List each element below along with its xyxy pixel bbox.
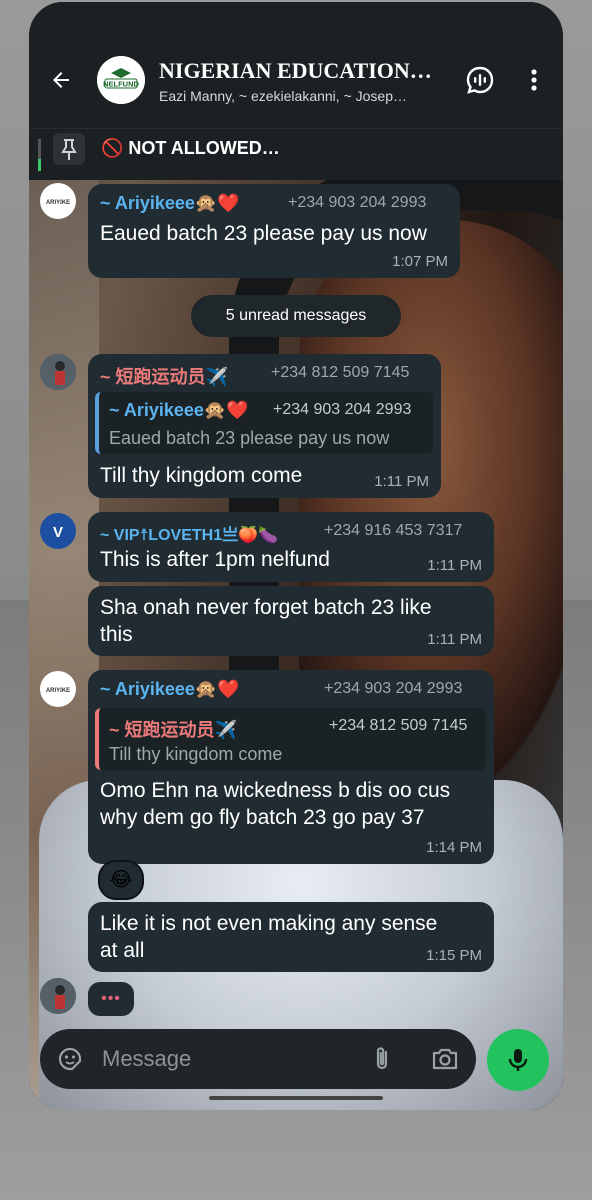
- message-text: Till thy kingdom come: [100, 464, 303, 487]
- logo-text: NELFUND: [103, 80, 139, 89]
- avatar-letter: V: [53, 524, 63, 541]
- message-bubble[interactable]: ~ Ariyikeee🙊❤️ +234 903 204 2993 ~ 短跑运动员…: [88, 670, 494, 864]
- reaction-badge[interactable]: 😂: [98, 860, 144, 900]
- pin-indicator: [38, 139, 41, 171]
- camera-icon[interactable]: [430, 1045, 460, 1073]
- message-time: 1:11 PM: [427, 631, 482, 648]
- home-indicator: [209, 1096, 383, 1100]
- message-composer[interactable]: Message: [40, 1029, 476, 1089]
- svg-text:ARIYIKE: ARIYIKE: [46, 200, 70, 206]
- avatar-ariyikeee[interactable]: ARIYIKE: [40, 183, 76, 219]
- sender-phone: +234 903 204 2993: [324, 680, 463, 697]
- message-bubble[interactable]: Like it is not even making any sense at …: [88, 902, 494, 972]
- chat-header: NELFUND NIGERIAN EDUCATION… Eazi Manny, …: [29, 2, 563, 128]
- quote-phone: +234 903 204 2993: [273, 401, 412, 418]
- message-text-line2: this: [100, 623, 133, 646]
- nelfund-logo-icon: NELFUND: [97, 56, 145, 104]
- message-time: 1:11 PM: [374, 473, 429, 490]
- message-time: 1:14 PM: [426, 839, 482, 856]
- avatar-ariyikeee[interactable]: ARIYIKE: [40, 671, 76, 707]
- quoted-message[interactable]: ~ 短跑运动员✈️ +234 812 509 7145 Till thy kin…: [95, 708, 486, 770]
- sender-phone: +234 812 509 7145: [271, 364, 410, 381]
- unread-messages-banner: 5 unread messages: [191, 295, 401, 337]
- quote-sender: ~ Ariyikeee🙊❤️: [109, 400, 249, 420]
- avatar-runner[interactable]: [40, 978, 76, 1014]
- quote-sender: ~ 短跑运动员✈️: [109, 720, 237, 740]
- sender-name[interactable]: ~ VIP☨LOVETH1亗🍑🍆: [100, 521, 278, 545]
- quoted-message[interactable]: ~ Ariyikeee🙊❤️ +234 903 204 2993 Eaued b…: [95, 392, 433, 454]
- message-bubble[interactable]: Sha onah never forget batch 23 like this…: [88, 586, 494, 656]
- sticker-icon[interactable]: [56, 1045, 84, 1073]
- quote-phone: +234 812 509 7145: [329, 717, 468, 734]
- quote-text: Till thy kingdom come: [109, 744, 283, 764]
- message-text-line2: at all: [100, 939, 145, 962]
- sender-name[interactable]: ~ Ariyikeee🙊❤️: [100, 679, 240, 700]
- message-input[interactable]: Message: [102, 1046, 191, 1072]
- group-members[interactable]: Eazi Manny, ~ ezekielakanni, ~ Josep…: [159, 88, 449, 104]
- svg-text:ARIYIKE: ARIYIKE: [46, 688, 70, 694]
- message-text: This is after 1pm nelfund: [100, 548, 330, 571]
- attach-icon[interactable]: [368, 1045, 396, 1073]
- chat-area[interactable]: ARIYIKE ~ Ariyikeee🙊❤️ +234 903 204 2993…: [29, 180, 563, 1110]
- group-avatar[interactable]: NELFUND: [97, 56, 145, 104]
- sender-phone: +234 903 204 2993: [288, 194, 427, 211]
- microphone-button[interactable]: [487, 1029, 549, 1091]
- typing-indicator: •••: [88, 982, 134, 1016]
- more-options-icon[interactable]: [519, 65, 549, 95]
- quote-text: Eaued batch 23 please pay us now: [109, 428, 390, 448]
- message-text-line1: Sha onah never forget batch 23 like: [100, 596, 432, 619]
- message-text-line2: why dem go fly batch 23 go pay 37: [100, 806, 425, 829]
- message-bubble[interactable]: ~ 短跑运动员✈️ +234 812 509 7145 ~ Ariyikeee🙊…: [88, 354, 441, 498]
- pin-icon: [53, 133, 85, 165]
- message-text-line1: Like it is not even making any sense: [100, 912, 438, 935]
- microphone-icon: [508, 1049, 528, 1071]
- sender-name[interactable]: ~ Ariyikeee🙊❤️: [100, 193, 240, 214]
- message-time: 1:11 PM: [427, 557, 482, 574]
- back-arrow-icon[interactable]: [49, 68, 73, 92]
- message-bubble[interactable]: ~ Ariyikeee🙊❤️ +234 903 204 2993 Eaued b…: [88, 184, 460, 278]
- message-time: 1:07 PM: [392, 253, 448, 270]
- avatar-runner[interactable]: [40, 354, 76, 390]
- pinned-message-bar[interactable]: 🚫 NOT ALLOWED…: [29, 128, 563, 181]
- sender-phone: +234 916 453 7317: [324, 522, 463, 539]
- message-text-line1: Omo Ehn na wickedness b dis oo cus: [100, 779, 451, 802]
- message-time: 1:15 PM: [426, 947, 482, 964]
- avatar-loveth[interactable]: V: [40, 513, 76, 549]
- pinned-text: 🚫 NOT ALLOWED…: [101, 138, 280, 158]
- sender-name[interactable]: ~ 短跑运动员✈️: [100, 363, 228, 389]
- message-text: Eaued batch 23 please pay us now: [100, 222, 427, 245]
- voice-chat-icon[interactable]: [465, 65, 495, 95]
- phone-screen: NELFUND NIGERIAN EDUCATION… Eazi Manny, …: [29, 2, 563, 1110]
- message-bubble[interactable]: ~ VIP☨LOVETH1亗🍑🍆 +234 916 453 7317 This …: [88, 512, 494, 582]
- group-title[interactable]: NIGERIAN EDUCATION…: [159, 58, 459, 84]
